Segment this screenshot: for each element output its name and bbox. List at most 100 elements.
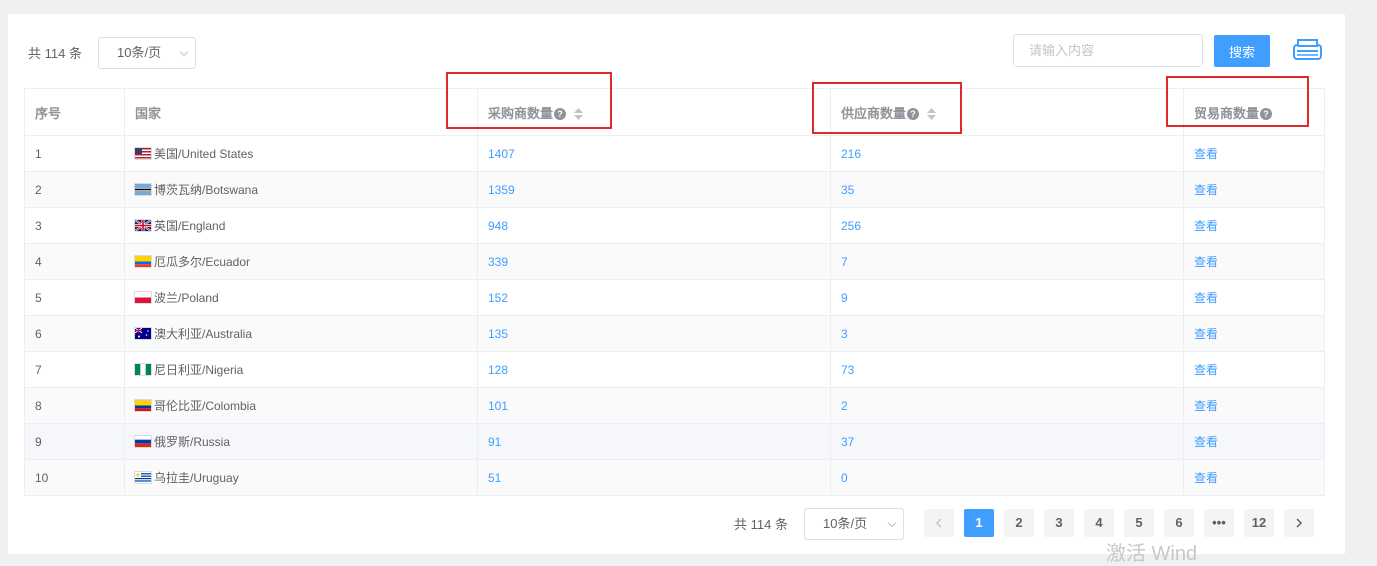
table-row: 5 波兰/Poland 152 9 查看 xyxy=(24,279,1325,316)
view-traders-link[interactable]: 查看 xyxy=(1194,147,1218,161)
suppliers-count-link[interactable]: 256 xyxy=(841,219,861,233)
page-button-6[interactable]: 6 xyxy=(1164,509,1194,537)
header-traders: 贸易商数量? xyxy=(1183,88,1325,136)
page-button-4[interactable]: 4 xyxy=(1084,509,1114,537)
suppliers-count-link[interactable]: 73 xyxy=(841,363,854,377)
view-traders-link[interactable]: 查看 xyxy=(1194,399,1218,413)
table-row: 3 英国/England 948 256 查看 xyxy=(24,207,1325,244)
buyers-count-link[interactable]: 91 xyxy=(488,435,501,449)
header-index: 序号 xyxy=(24,88,125,136)
pagination-total: 共 114 条 xyxy=(734,517,788,532)
table-row: 8 哥伦比亚/Colombia 101 2 查看 xyxy=(24,387,1325,424)
view-traders-link[interactable]: 查看 xyxy=(1194,291,1218,305)
page-button-12[interactable]: 12 xyxy=(1244,509,1274,537)
prev-page-button[interactable] xyxy=(924,509,954,537)
buyers-count-link[interactable]: 948 xyxy=(488,219,508,233)
buyers-count-link[interactable]: 1359 xyxy=(488,183,515,197)
table-row: 1 美国/United States 1407 216 查看 xyxy=(24,135,1325,172)
suppliers-count-link[interactable]: 0 xyxy=(841,471,848,485)
search-input[interactable] xyxy=(1013,34,1203,67)
flag-pl-icon xyxy=(135,292,151,303)
suppliers-count-link[interactable]: 3 xyxy=(841,327,848,341)
country-name: 乌拉圭/Uruguay xyxy=(154,471,239,485)
header-buyers[interactable]: 采购商数量? xyxy=(477,88,831,136)
cell-suppliers: 7 xyxy=(830,243,1184,280)
cell-buyers: 1359 xyxy=(477,171,831,208)
cell-traders: 查看 xyxy=(1183,279,1325,316)
chevron-down-icon xyxy=(179,47,189,57)
page-button-5[interactable]: 5 xyxy=(1124,509,1154,537)
sort-icon[interactable] xyxy=(927,107,937,120)
chevron-down-icon xyxy=(887,518,897,528)
table-row: 6 澳大利亚/Australia 135 3 查看 xyxy=(24,315,1325,352)
flag-bw-icon xyxy=(135,184,151,195)
more-pages-button[interactable]: ••• xyxy=(1204,509,1234,537)
cell-index: 7 xyxy=(24,351,125,388)
cell-suppliers: 2 xyxy=(830,387,1184,424)
cell-traders: 查看 xyxy=(1183,207,1325,244)
buyers-count-link[interactable]: 101 xyxy=(488,399,508,413)
view-traders-link[interactable]: 查看 xyxy=(1194,255,1218,269)
buyers-count-link[interactable]: 128 xyxy=(488,363,508,377)
suppliers-count-link[interactable]: 37 xyxy=(841,435,854,449)
cell-country: 澳大利亚/Australia xyxy=(124,315,478,352)
cell-buyers: 135 xyxy=(477,315,831,352)
buyers-count-link[interactable]: 339 xyxy=(488,255,508,269)
view-traders-link[interactable]: 查看 xyxy=(1194,435,1218,449)
cell-index: 2 xyxy=(24,171,125,208)
printer-icon[interactable] xyxy=(1293,38,1322,62)
cell-traders: 查看 xyxy=(1183,387,1325,424)
cell-buyers: 948 xyxy=(477,207,831,244)
cell-index: 8 xyxy=(24,387,125,424)
cell-traders: 查看 xyxy=(1183,171,1325,208)
cell-traders: 查看 xyxy=(1183,423,1325,460)
cell-buyers: 91 xyxy=(477,423,831,460)
suppliers-count-link[interactable]: 216 xyxy=(841,147,861,161)
cell-index: 1 xyxy=(24,135,125,172)
cell-suppliers: 35 xyxy=(830,171,1184,208)
buyers-count-link[interactable]: 152 xyxy=(488,291,508,305)
cell-suppliers: 216 xyxy=(830,135,1184,172)
question-icon[interactable]: ? xyxy=(554,107,567,120)
suppliers-count-link[interactable]: 35 xyxy=(841,183,854,197)
cell-traders: 查看 xyxy=(1183,459,1325,496)
country-name: 俄罗斯/Russia xyxy=(154,435,231,449)
page-button-3[interactable]: 3 xyxy=(1044,509,1074,537)
question-icon[interactable]: ? xyxy=(907,107,920,120)
view-traders-link[interactable]: 查看 xyxy=(1194,183,1218,197)
suppliers-count-link[interactable]: 9 xyxy=(841,291,848,305)
header-suppliers[interactable]: 供应商数量? xyxy=(830,88,1184,136)
page-size-select[interactable]: 10条/页 xyxy=(98,37,196,69)
table-row: 2 博茨瓦纳/Botswana 1359 35 查看 xyxy=(24,171,1325,208)
suppliers-count-link[interactable]: 7 xyxy=(841,255,848,269)
country-name: 厄瓜多尔/Ecuador xyxy=(154,255,251,269)
view-traders-link[interactable]: 查看 xyxy=(1194,471,1218,485)
page-button-2[interactable]: 2 xyxy=(1004,509,1034,537)
cell-index: 4 xyxy=(24,243,125,280)
cell-suppliers: 0 xyxy=(830,459,1184,496)
cell-suppliers: 256 xyxy=(830,207,1184,244)
page-size-value: 10条/页 xyxy=(117,45,162,60)
view-traders-link[interactable]: 查看 xyxy=(1194,363,1218,377)
flag-co-icon xyxy=(135,400,151,411)
pagination-size-select[interactable]: 10条/页 xyxy=(804,508,904,540)
view-traders-link[interactable]: 查看 xyxy=(1194,219,1218,233)
buyers-count-link[interactable]: 135 xyxy=(488,327,508,341)
suppliers-count-link[interactable]: 2 xyxy=(841,399,848,413)
question-icon[interactable]: ? xyxy=(1260,107,1273,120)
sort-icon[interactable] xyxy=(574,107,584,120)
buyers-count-link[interactable]: 1407 xyxy=(488,147,515,161)
view-traders-link[interactable]: 查看 xyxy=(1194,327,1218,341)
country-name: 博茨瓦纳/Botswana xyxy=(154,183,259,197)
cell-country: 美国/United States xyxy=(124,135,478,172)
cell-country: 博茨瓦纳/Botswana xyxy=(124,171,478,208)
windows-activation-watermark: 激活 Wind xyxy=(1106,543,1198,565)
search-button[interactable]: 搜索 xyxy=(1214,35,1270,67)
next-page-button[interactable] xyxy=(1284,509,1314,537)
buyers-count-link[interactable]: 51 xyxy=(488,471,501,485)
page-button-1[interactable]: 1 xyxy=(964,509,994,537)
cell-traders: 查看 xyxy=(1183,315,1325,352)
flag-gb-icon xyxy=(135,220,151,231)
country-name: 澳大利亚/Australia xyxy=(154,327,253,341)
cell-index: 3 xyxy=(24,207,125,244)
